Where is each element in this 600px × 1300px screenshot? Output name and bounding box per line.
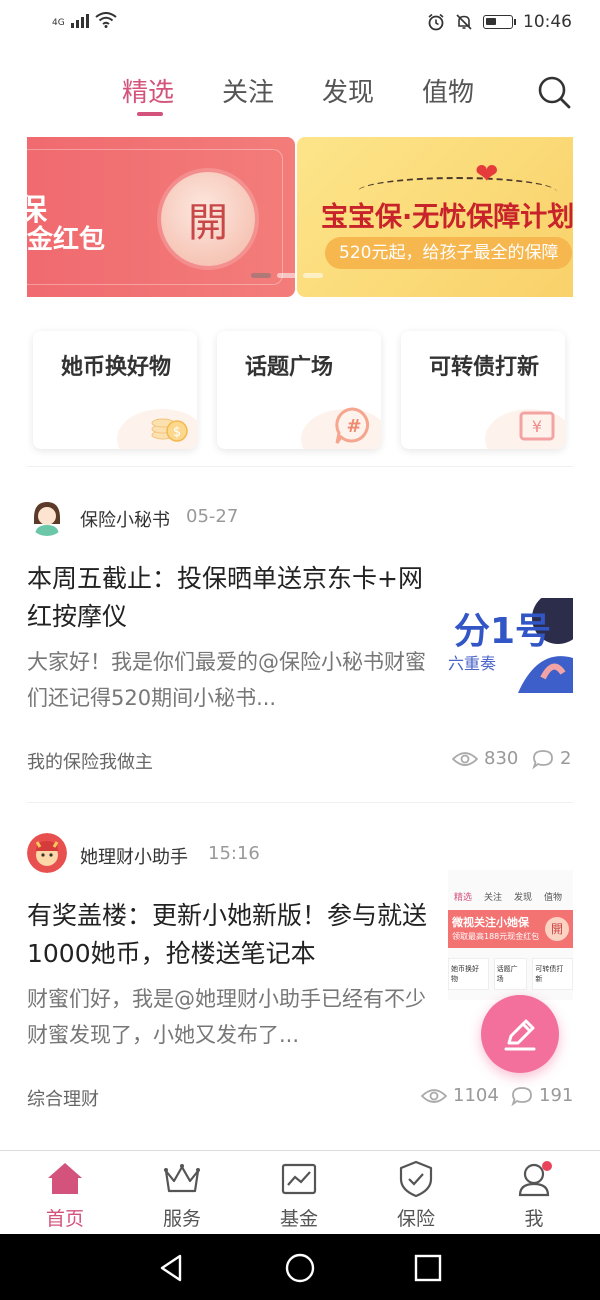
post-thumbnail[interactable]: 分1号 六重奏: [448, 598, 573, 693]
nav-me[interactable]: 我: [494, 1151, 574, 1235]
nav-label: 我: [524, 1208, 544, 1230]
notification-badge: [542, 1161, 552, 1171]
pencil-icon: [504, 1019, 536, 1051]
comment-count[interactable]: 191: [511, 1085, 573, 1106]
active-tab-indicator: [137, 112, 163, 116]
open-red-packet-button[interactable]: 開: [161, 172, 255, 266]
banner-slide1-line2: 金红包: [27, 225, 106, 255]
mute-icon: [456, 14, 472, 30]
status-left: 4G: [52, 12, 117, 28]
nav-insurance[interactable]: 保险: [376, 1151, 456, 1235]
view-count-value: 830: [484, 748, 519, 769]
carousel-dot: [277, 273, 297, 278]
avatar[interactable]: [27, 833, 67, 873]
comment-icon: [511, 1086, 532, 1106]
recent-apps-icon[interactable]: [412, 1252, 444, 1284]
view-count: 1104: [421, 1085, 499, 1106]
status-bar: 4G 10:46: [0, 0, 600, 46]
home-button-icon[interactable]: [284, 1252, 316, 1284]
nav-label: 基金: [279, 1208, 318, 1230]
nav-label: 保险: [396, 1208, 435, 1230]
section-divider: [27, 466, 573, 467]
hashtag-icon: #: [301, 397, 381, 449]
search-icon[interactable]: [536, 74, 572, 110]
crown-icon: [164, 1164, 200, 1193]
banner-slide-baby-insurance[interactable]: ❤ 宝宝保·无忧保障计划 520元起，给孩子最全的保障: [297, 137, 573, 297]
banner-carousel[interactable]: 保 金红包 開 ❤ 宝宝保·无忧保障计划 520元起，给孩子最全的保障: [27, 137, 573, 297]
author-name[interactable]: 保险小秘书: [80, 506, 170, 532]
svg-text:#: #: [346, 416, 361, 437]
quick-card-coin-exchange[interactable]: 她币换好物 $: [33, 331, 197, 449]
nav-label: 首页: [45, 1208, 84, 1230]
battery-icon: [483, 15, 516, 29]
thumbnail-subtext: 六重奏: [448, 654, 497, 673]
back-icon[interactable]: [156, 1252, 188, 1284]
eye-icon: [452, 751, 478, 766]
post-title[interactable]: 有奖盖楼：更新小她新版！参与就送1000她币，抢楼送笔记本: [27, 897, 427, 973]
tab-follow[interactable]: 关注: [222, 72, 274, 109]
banner-slide2-title: 宝宝保·无忧保障计划: [321, 202, 573, 233]
clock: 10:46: [523, 12, 572, 32]
nav-funds[interactable]: 基金: [259, 1151, 339, 1235]
thumbnail-cards: 她币换好物 话题广场 可转债打新: [448, 958, 573, 990]
post-divider: [27, 802, 573, 803]
carousel-dot: [303, 273, 323, 278]
quick-card-topic-square[interactable]: 话题广场 #: [217, 331, 381, 449]
view-count: 830: [452, 748, 518, 769]
banner-slide2-subtitle: 520元起，给孩子最全的保障: [325, 237, 573, 269]
comment-icon: [532, 749, 553, 769]
author-name[interactable]: 她理财小助手: [80, 843, 188, 869]
quick-entry-cards: 她币换好物 $ 话题广场 # 可转债打新 ¥: [33, 331, 567, 449]
carousel-dot: [251, 273, 271, 278]
nav-home[interactable]: 首页: [25, 1151, 105, 1235]
tab-worth[interactable]: 值物: [422, 72, 474, 109]
view-count-value: 1104: [453, 1085, 499, 1106]
post-title[interactable]: 本周五截止：投保晒单送京东卡+网红按摩仪: [27, 560, 427, 636]
svg-text:$: $: [173, 425, 181, 440]
comment-count-value: 191: [539, 1085, 574, 1106]
comment-count-value: 2: [560, 748, 572, 769]
thumbnail-banner: 微视关注小她保 领取最高188元现金红包 開: [448, 910, 573, 948]
nav-services[interactable]: 服务: [142, 1151, 222, 1235]
post-time: 05-27: [186, 506, 239, 527]
signal-icon: [70, 12, 89, 28]
quick-card-label: 可转债打新: [429, 355, 540, 380]
quick-card-label: 话题广场: [245, 355, 334, 380]
bottom-navigation: 首页 服务 基金 保险 我: [0, 1150, 600, 1234]
avatar[interactable]: [27, 496, 67, 536]
top-tabs: 精选 关注 发现 值物: [0, 72, 600, 122]
thumbnail-tabs: 精选 关注 发现 值物: [454, 893, 563, 903]
network-type: 4G: [52, 18, 65, 28]
post-thumbnail[interactable]: 精选 关注 发现 值物 微视关注小她保 领取最高188元现金红包 開 她币换好物…: [448, 870, 573, 1000]
post-time: 15:16: [208, 843, 260, 864]
post-tag[interactable]: 综合理财: [27, 1085, 99, 1111]
chart-icon: [281, 1163, 317, 1195]
system-navigation-bar: [0, 1234, 600, 1300]
tab-discover[interactable]: 发现: [322, 72, 374, 109]
tab-featured[interactable]: 精选: [122, 72, 174, 109]
eye-icon: [421, 1088, 447, 1103]
svg-text:¥: ¥: [532, 417, 542, 436]
nav-label: 服务: [162, 1208, 201, 1230]
quick-card-convertible-bond[interactable]: 可转债打新 ¥: [401, 331, 565, 449]
compose-post-button[interactable]: [481, 995, 559, 1073]
status-right: 10:46: [427, 12, 572, 32]
post-excerpt: 财蜜们好，我是@她理财小助手已经有不少财蜜发现了，小她又发布了...: [27, 987, 426, 1047]
comment-count[interactable]: 2: [532, 748, 571, 769]
thumbnail-text: 分1号: [454, 611, 552, 652]
post-excerpt: 大家好！我是你们最爱的@保险小秘书财蜜们还记得520期间小秘书...: [27, 650, 426, 710]
open-button-label: 開: [188, 200, 228, 246]
carousel-dots: [251, 273, 323, 278]
coins-icon: $: [117, 397, 197, 449]
alarm-icon: [428, 13, 444, 31]
home-icon: [48, 1163, 82, 1194]
quick-card-label: 她币换好物: [61, 355, 172, 380]
post-tag[interactable]: 我的保险我做主: [27, 748, 153, 774]
wifi-icon: [95, 12, 117, 28]
heart-icon: ❤: [475, 157, 499, 190]
shield-icon: [399, 1160, 433, 1198]
yen-icon: ¥: [485, 397, 565, 449]
